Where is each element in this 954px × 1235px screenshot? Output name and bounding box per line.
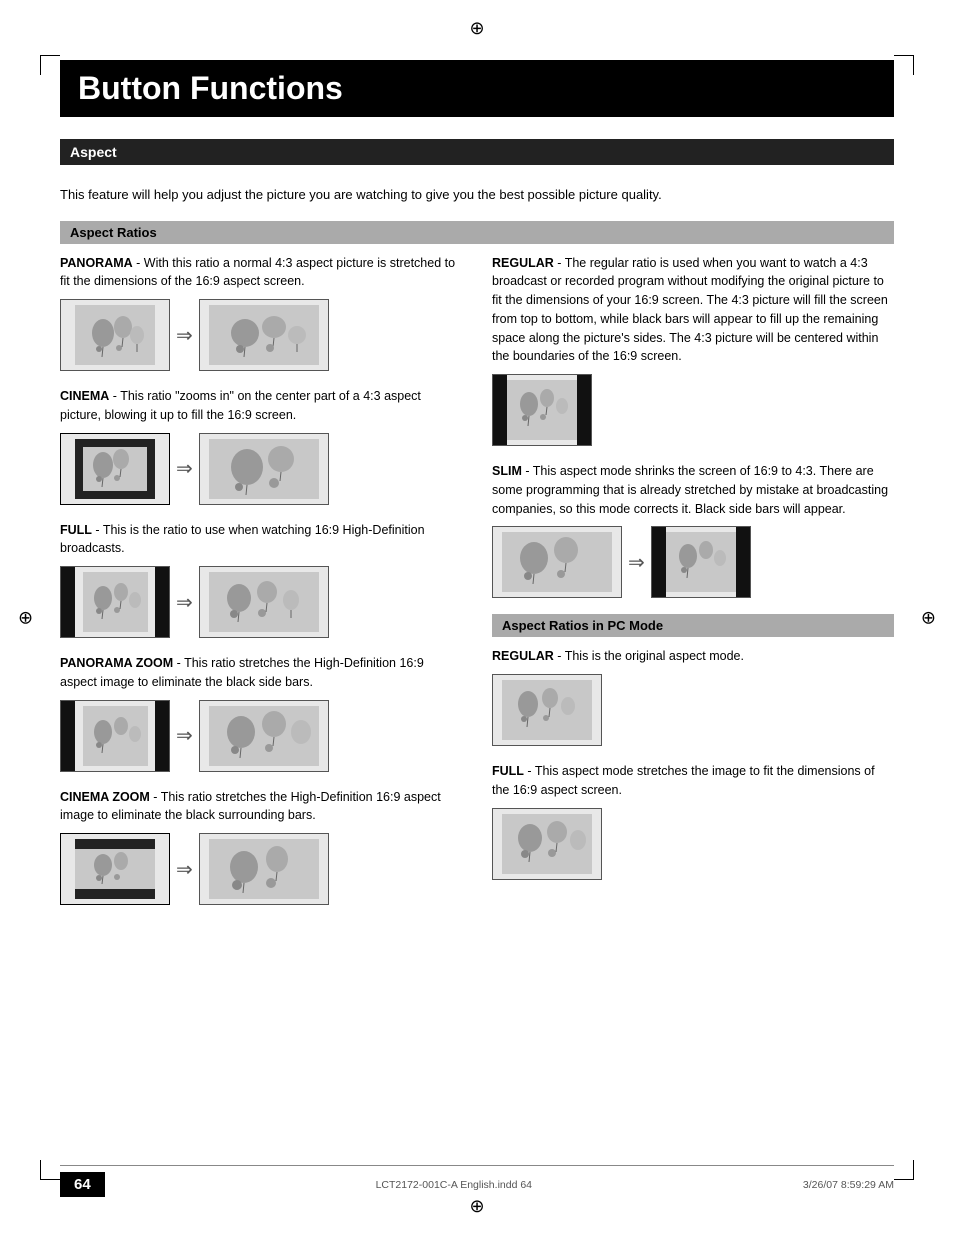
pc-regular-desc: This is the original aspect mode. [565, 649, 744, 663]
reg-mark-top: ⊕ [469, 18, 484, 39]
pc-regular-label: REGULAR [492, 649, 554, 663]
cinema-label: CINEMA [60, 389, 109, 403]
pzoom-after-img [199, 700, 329, 772]
regular-desc: The regular ratio is used when you want … [492, 256, 888, 364]
panorama-img-row: ⇒ [60, 299, 462, 371]
two-column-layout: PANORAMA - With this ratio a normal 4:3 … [60, 254, 894, 922]
cinema-img-row: ⇒ [60, 433, 462, 505]
cinema-zoom-entry: CINEMA ZOOM - This ratio stretches the H… [60, 788, 462, 906]
full-entry: FULL - This is the ratio to use when wat… [60, 521, 462, 639]
full-img-row: ⇒ [60, 566, 462, 638]
page-title: Button Functions [60, 60, 894, 117]
full-bar-right [155, 567, 169, 637]
reg-mark-bottom: ⊕ [469, 1196, 484, 1217]
right-column: REGULAR - The regular ratio is used when… [492, 254, 894, 922]
cinema-zoom-img-row: ⇒ [60, 833, 462, 905]
regular-img-row [492, 374, 894, 446]
full-arrow: ⇒ [176, 590, 193, 615]
regular-bar-left [493, 375, 507, 445]
full-bar-left [61, 567, 75, 637]
slim-desc: This aspect mode shrinks the screen of 1… [492, 464, 888, 516]
pzoom-bar-left [61, 701, 75, 771]
pc-mode-heading: Aspect Ratios in PC Mode [492, 614, 894, 637]
pc-regular-entry: REGULAR - This is the original aspect mo… [492, 647, 894, 746]
cinema-arrow: ⇒ [176, 456, 193, 481]
slim-after-img [651, 526, 751, 598]
footer-timestamp: 3/26/07 8:59:29 AM [803, 1179, 894, 1191]
regular-bar-right [577, 375, 591, 445]
corner-mark-tl [40, 55, 60, 75]
left-column: PANORAMA - With this ratio a normal 4:3 … [60, 254, 462, 922]
pc-full-img-row [492, 808, 894, 880]
pc-full-desc: This aspect mode stretches the image to … [492, 764, 875, 797]
slim-label: SLIM [492, 464, 522, 478]
panorama-before-img [60, 299, 170, 371]
czoom-before-img [60, 833, 170, 905]
pc-full-entry: FULL - This aspect mode stretches the im… [492, 762, 894, 880]
slim-arrow: ⇒ [628, 550, 645, 575]
czoom-arrow: ⇒ [176, 857, 193, 882]
pzoom-bar-right [155, 701, 169, 771]
full-desc: This is the ratio to use when watching 1… [60, 523, 425, 556]
reg-mark-left: ⊕ [18, 607, 33, 628]
full-before-img [60, 566, 170, 638]
cinema-zoom-label: CINEMA ZOOM [60, 790, 150, 804]
pc-regular-img-row [492, 674, 894, 746]
page-container: ⊕ ⊕ ⊕ ⊕ Button Functions Aspect This fea… [0, 0, 954, 1235]
pc-mode-section: Aspect Ratios in PC Mode REGULAR - This … [492, 614, 894, 879]
corner-mark-tr [894, 55, 914, 75]
cinema-before-img [60, 433, 170, 505]
regular-label: REGULAR [492, 256, 554, 270]
panorama-zoom-label: PANORAMA ZOOM [60, 656, 173, 670]
corner-mark-br [894, 1160, 914, 1180]
slim-bar-right [736, 527, 750, 597]
pc-regular-img [492, 674, 602, 746]
aspect-heading: Aspect [60, 139, 894, 165]
cinema-after-img [199, 433, 329, 505]
regular-img [492, 374, 592, 446]
slim-bar-left [652, 527, 666, 597]
corner-mark-bl [40, 1160, 60, 1180]
slim-entry: SLIM - This aspect mode shrinks the scre… [492, 462, 894, 598]
footer-filename: LCT2172-001C-A English.indd 64 [376, 1179, 532, 1191]
full-after-img [199, 566, 329, 638]
panorama-arrow: ⇒ [176, 323, 193, 348]
pzoom-before-img [60, 700, 170, 772]
full-label: FULL [60, 523, 92, 537]
pc-full-label: FULL [492, 764, 524, 778]
czoom-after-img [199, 833, 329, 905]
regular-entry: REGULAR - The regular ratio is used when… [492, 254, 894, 447]
page-number: 64 [60, 1172, 105, 1197]
panorama-label: PANORAMA [60, 256, 133, 270]
panorama-after-img [199, 299, 329, 371]
aspect-ratios-heading: Aspect Ratios [60, 221, 894, 244]
cinema-desc: This ratio "zooms in" on the center part… [60, 389, 421, 422]
intro-text: This feature will help you adjust the pi… [60, 185, 894, 205]
panorama-zoom-entry: PANORAMA ZOOM - This ratio stretches the… [60, 654, 462, 772]
reg-mark-right: ⊕ [921, 607, 936, 628]
panorama-zoom-img-row: ⇒ [60, 700, 462, 772]
panorama-entry: PANORAMA - With this ratio a normal 4:3 … [60, 254, 462, 372]
cinema-entry: CINEMA - This ratio "zooms in" on the ce… [60, 387, 462, 505]
slim-before-img [492, 526, 622, 598]
slim-img-row: ⇒ [492, 526, 894, 598]
pc-full-img [492, 808, 602, 880]
page-footer: 64 LCT2172-001C-A English.indd 64 3/26/0… [60, 1165, 894, 1197]
pzoom-arrow: ⇒ [176, 723, 193, 748]
